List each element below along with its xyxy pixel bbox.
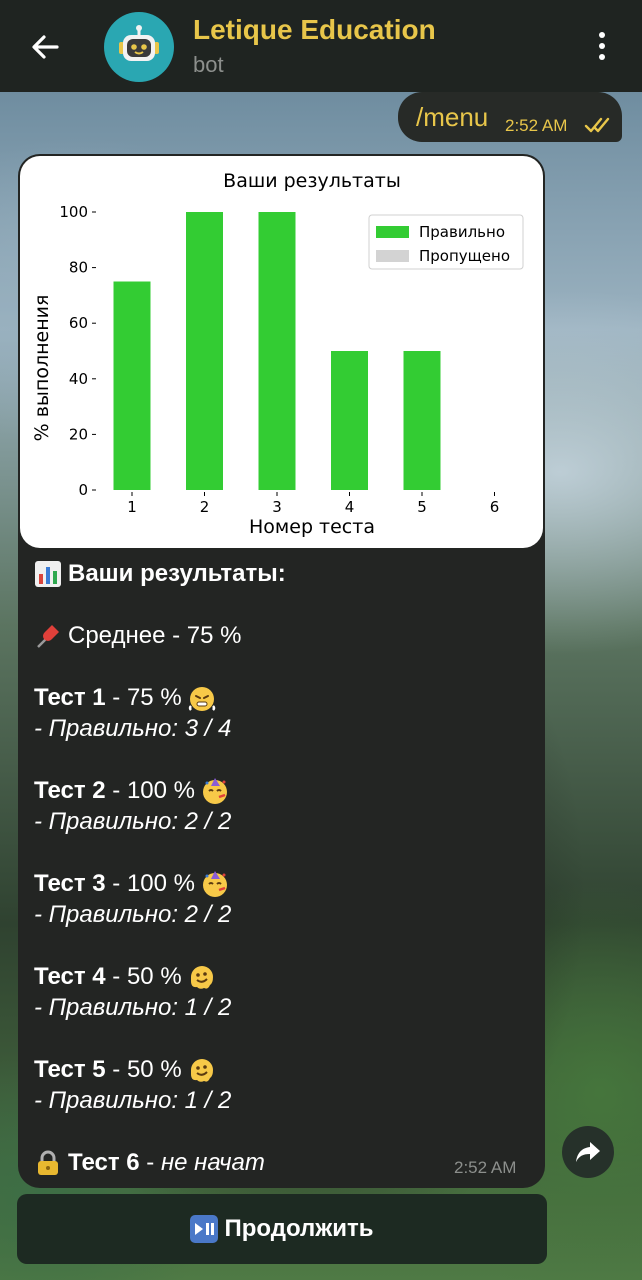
result-detail: - Правильно: 2 / 2 [34, 899, 534, 930]
chat-header: Letique Education bot [0, 0, 642, 92]
chart-y-tick-label: 20 [69, 425, 88, 443]
result-detail: - Правильно: 1 / 2 [34, 1085, 534, 1116]
lock-emoji [34, 1149, 62, 1177]
chart-y-tick-label: 60 [69, 314, 88, 332]
result-line: Тест 4 - 50 % [34, 961, 534, 992]
chart-x-tick-label: 5 [417, 498, 427, 516]
result-line: Тест 5 - 50 % [34, 1054, 534, 1085]
outgoing-message-text: /menu [416, 102, 489, 132]
more-vertical-icon [599, 32, 605, 38]
continue-button[interactable]: Продолжить [17, 1194, 547, 1264]
result-line-text: - 50 % [105, 963, 182, 990]
result-detail-text: - Правильно: 3 / 4 [34, 715, 232, 742]
result-line-bold: Тест 4 [34, 963, 106, 990]
result-line-text: - 75 % [105, 684, 182, 711]
chart-legend-label: Пропущено [419, 247, 510, 265]
chart-y-tick-label: 0 [78, 481, 88, 499]
result-line: Тест 1 - 75 % [34, 682, 534, 713]
chart-legend-label: Правильно [419, 223, 505, 241]
chart-bar-correct-5 [403, 351, 441, 490]
chart-bar-correct-1 [113, 281, 151, 490]
melting-face-emoji [188, 963, 216, 991]
chart-y-tick-label: 100 [59, 203, 88, 221]
chat-title[interactable]: Letique Education [193, 14, 436, 46]
chart-x-axis-label: Номер теста [249, 516, 375, 538]
result-line-bold: Ваши результаты: [68, 560, 286, 587]
outgoing-message[interactable]: /menu 2:52 AM [398, 92, 622, 142]
party-face-emoji [201, 870, 229, 898]
chart-x-tick-label: 2 [200, 498, 210, 516]
result-detail: - Правильно: 3 / 4 [34, 713, 534, 744]
forward-message-button[interactable] [562, 1126, 614, 1178]
chart-y-axis-label: % выполнения [31, 295, 53, 442]
chart-bar-correct-4 [331, 351, 368, 490]
outgoing-message-time: 2:52 AM [505, 116, 568, 135]
result-line-bold: Тест 2 [34, 777, 106, 804]
result-line-bold: Тест 6 [68, 1149, 140, 1176]
result-detail: - Правильно: 1 / 2 [34, 992, 534, 1023]
chart-x-tick-label: 6 [490, 498, 500, 516]
chart-x-tick-label: 1 [127, 498, 137, 516]
chart-x-tick-label: 3 [272, 498, 282, 516]
result-line-separator: - [139, 1149, 161, 1176]
incoming-message-time: 2:52 AM [454, 1158, 517, 1177]
result-line-text: - 100 % [105, 777, 196, 804]
result-line-status: не начат [160, 1149, 265, 1176]
bot-avatar[interactable] [104, 12, 174, 82]
result-line: Тест 3 - 100 % [34, 868, 534, 899]
robot-icon [119, 25, 159, 61]
pushpin-emoji [34, 622, 62, 650]
chart-legend-swatch [376, 250, 409, 262]
chart-y-tick-label: 80 [69, 259, 88, 277]
chart-bar-correct-2 [186, 212, 223, 490]
result-line-bold: Тест 1 [34, 684, 106, 711]
result-detail-text: - Правильно: 2 / 2 [34, 808, 232, 835]
melting-face-emoji [188, 1056, 216, 1084]
more-vertical-icon-dot [599, 54, 605, 60]
chart-bar-correct-3 [258, 212, 296, 490]
results-text: Ваши результаты: Среднее - 75 % Тест 1 - 7… [34, 558, 534, 1178]
chart-legend: Правильно Пропущено [368, 214, 524, 270]
result-line-text: - 100 % [105, 870, 196, 897]
chat-subtitle: bot [193, 52, 224, 77]
bar-chart-emoji [34, 560, 62, 588]
result-line-bold: Тест 5 [34, 1056, 106, 1083]
result-line-text: - 50 % [105, 1056, 182, 1083]
chart-y-tick-label: 40 [69, 370, 88, 388]
more-vertical-icon-dot [599, 43, 605, 49]
results-chart-image[interactable]: Ваши результаты Номер теста % выполнения… [20, 156, 543, 548]
result-line: Ваши результаты: [34, 558, 534, 589]
result-detail-text: - Правильно: 1 / 2 [34, 994, 232, 1021]
forward-arrow-icon [576, 1142, 600, 1162]
arrow-left-icon [32, 35, 59, 59]
chart-x-tick-label: 4 [345, 498, 355, 516]
double-check-icon [584, 117, 610, 133]
continue-button-label: Продолжить [224, 1215, 374, 1242]
results-bar-chart: Ваши результаты Номер теста % выполнения… [31, 170, 524, 538]
result-line: Тест 2 - 100 % [34, 775, 534, 806]
chart-legend-swatch [376, 226, 409, 238]
result-detail-text: - Правильно: 2 / 2 [34, 901, 232, 928]
party-face-emoji [201, 777, 229, 805]
result-line-text: Среднее - 75 % [68, 622, 242, 649]
result-detail-text: - Правильно: 1 / 2 [34, 1087, 232, 1114]
result-detail: - Правильно: 2 / 2 [34, 806, 534, 837]
play-pause-emoji [190, 1215, 219, 1243]
back-button[interactable] [22, 24, 68, 70]
incoming-message[interactable]: Ваши результаты Номер теста % выполнения… [18, 154, 545, 1188]
result-line-bold: Тест 3 [34, 870, 106, 897]
more-options-button[interactable] [586, 26, 618, 66]
chart-title: Ваши результаты [223, 170, 401, 192]
steam-face-emoji [188, 684, 216, 712]
result-line: Среднее - 75 % [34, 620, 534, 651]
